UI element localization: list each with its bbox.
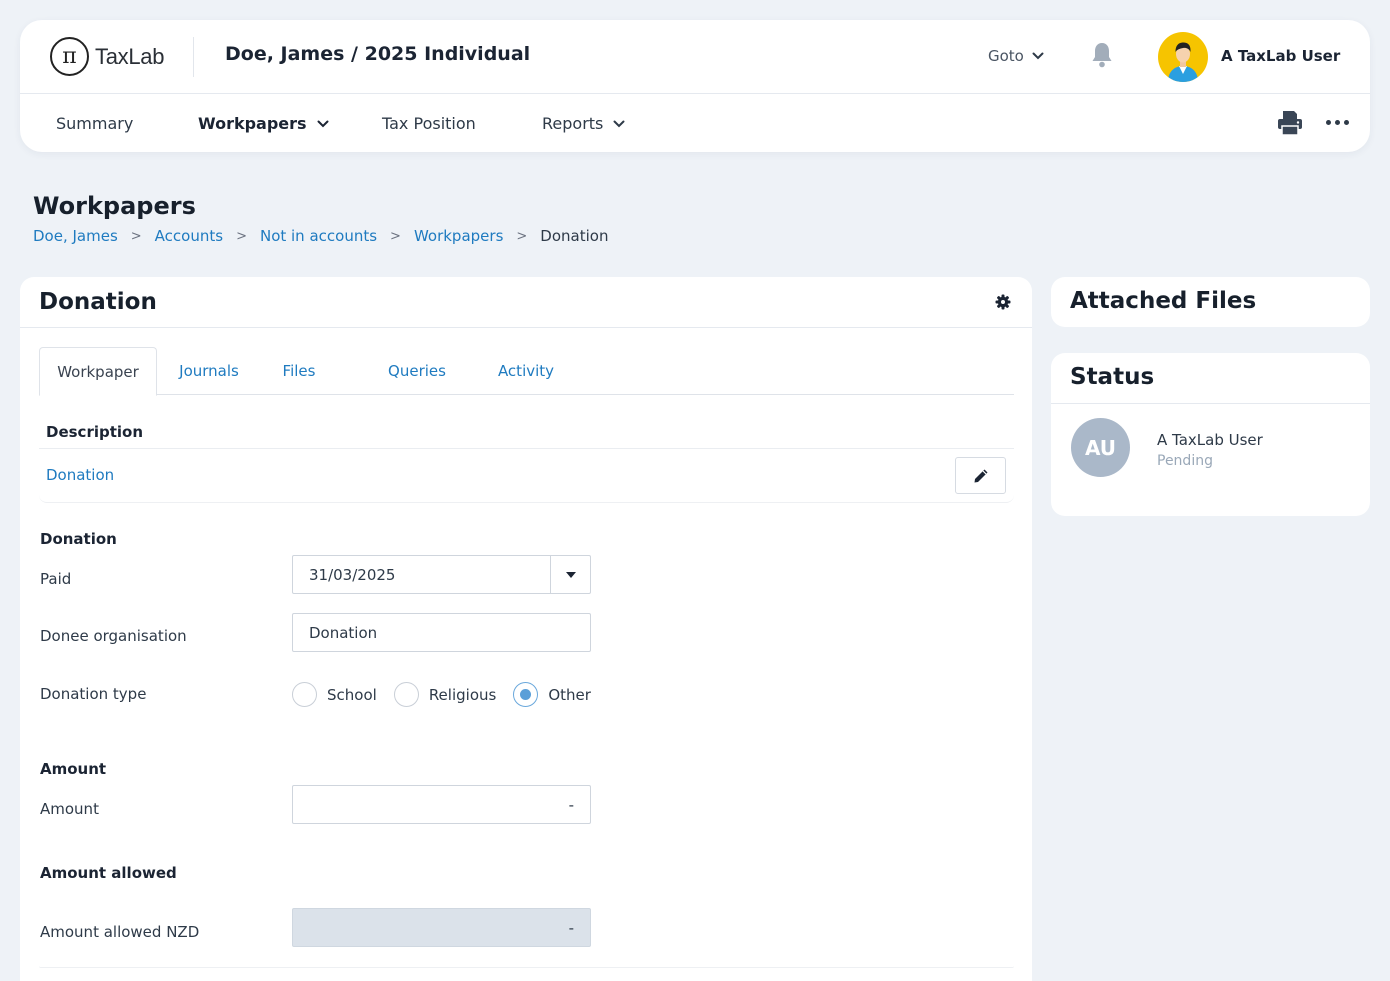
breadcrumb-workpapers[interactable]: Workpapers [414,227,503,245]
tab-activity[interactable]: Activity [489,347,563,395]
edit-description-button[interactable] [955,457,1006,494]
radio-button-checked[interactable] [513,682,539,707]
description-panel: Description Donation [39,410,1014,503]
amount-allowed-nzd-field: - [292,908,591,947]
breadcrumb-separator: > [516,228,528,244]
printer-icon[interactable] [1277,110,1303,136]
donee-organisation-input[interactable]: Donation [292,613,591,652]
breadcrumb-client[interactable]: Doe, James [33,227,118,245]
nav-summary[interactable]: Summary [56,114,133,133]
status-user-name: A TaxLab User [1157,431,1263,449]
workpaper-card-header: Donation [20,277,1032,328]
radio-button[interactable] [292,682,317,707]
client-title: Doe, James / 2025 Individual [225,43,531,65]
divider [1051,403,1370,404]
donation-section-label: Donation [40,530,117,548]
description-label: Description [46,423,144,441]
paid-label: Paid [40,570,72,588]
gear-icon[interactable] [995,294,1011,310]
nav-reports[interactable]: Reports [542,114,625,133]
user-avatar-icon [1168,42,1198,82]
status-card: Status AU A TaxLab User Pending [1051,353,1370,516]
status-title: Status [1070,364,1155,390]
radio-option-other[interactable]: Other [513,682,591,707]
top-header-card: π TaxLab Doe, James / 2025 Individual Go… [20,20,1370,152]
chevron-down-icon [1032,52,1044,60]
tab-journals[interactable]: Journals [169,347,249,395]
bell-icon[interactable] [1090,41,1114,69]
user-avatar[interactable] [1158,32,1208,82]
pencil-icon [974,469,987,482]
nav-workpapers[interactable]: Workpapers [198,114,329,133]
chevron-down-icon [317,120,329,127]
main-nav: Summary Workpapers Tax Position Reports [20,94,1370,152]
date-picker-button[interactable] [550,556,590,593]
form-bottom-border [39,966,1014,968]
donation-type-label: Donation type [40,685,147,703]
status-user-avatar: AU [1071,418,1130,477]
nav-workpapers-label: Workpapers [198,114,307,133]
nav-tax-position-label: Tax Position [382,114,476,133]
breadcrumb-not-in-accounts[interactable]: Not in accounts [260,227,377,245]
status-badge: Pending [1157,453,1213,469]
tab-workpaper[interactable]: Workpaper [39,347,157,396]
radio-label-other: Other [548,685,591,704]
workpaper-card: Donation Workpaper Journals Files Querie… [20,277,1032,981]
header-divider [193,37,194,77]
workpaper-title: Donation [39,289,157,315]
chevron-down-icon [613,120,625,127]
tab-queries[interactable]: Queries [379,347,455,395]
breadcrumb: Doe, James > Accounts > Not in accounts … [33,227,608,245]
description-value[interactable]: Donation [46,466,114,484]
breadcrumb-current: Donation [540,227,609,245]
paid-date-value: 31/03/2025 [309,565,396,584]
goto-label: Goto [988,47,1024,65]
amount-allowed-nzd-value: - [568,918,574,937]
radio-label-school: School [327,685,377,704]
user-name[interactable]: A TaxLab User [1221,47,1340,65]
amount-value: - [568,795,574,814]
nav-reports-label: Reports [542,114,604,133]
donee-organisation-value: Donation [309,623,378,642]
logo-pi-icon: π [50,37,89,76]
radio-button[interactable] [393,682,419,707]
divider [39,448,1014,449]
logo-text: TaxLab [95,43,165,69]
radio-label-religious: Religious [428,685,497,704]
donee-label: Donee organisation [40,627,187,645]
amount-section-label: Amount [40,760,107,778]
amount-allowed-nzd-label: Amount allowed NZD [40,923,200,941]
attached-files-title: Attached Files [1070,288,1257,314]
header-row: π TaxLab Doe, James / 2025 Individual Go… [20,20,1370,94]
taxlab-logo[interactable]: π TaxLab [50,37,164,76]
more-options-icon[interactable] [1326,120,1349,125]
breadcrumb-separator: > [236,228,247,244]
paid-date-input[interactable]: 31/03/2025 [292,555,591,594]
amount-label: Amount [40,800,99,818]
amount-input[interactable]: - [292,785,591,824]
breadcrumb-separator: > [390,228,401,244]
workpaper-tabs: Workpaper Journals Files Queries Activit… [39,347,1014,396]
breadcrumb-separator: > [130,228,142,244]
nav-summary-label: Summary [56,114,134,133]
goto-dropdown[interactable]: Goto [988,47,1044,65]
page-title: Workpapers [33,192,196,220]
tab-files[interactable]: Files [274,347,324,395]
attached-files-card: Attached Files [1051,277,1370,327]
radio-option-school[interactable]: School [292,682,377,707]
nav-tax-position[interactable]: Tax Position [382,114,476,133]
radio-option-religious[interactable]: Religious [393,682,497,707]
donation-type-radio-group: School Religious Other [292,682,608,707]
amount-allowed-section-label: Amount allowed [40,864,177,882]
caret-down-icon [565,571,576,578]
breadcrumb-accounts[interactable]: Accounts [155,227,223,245]
